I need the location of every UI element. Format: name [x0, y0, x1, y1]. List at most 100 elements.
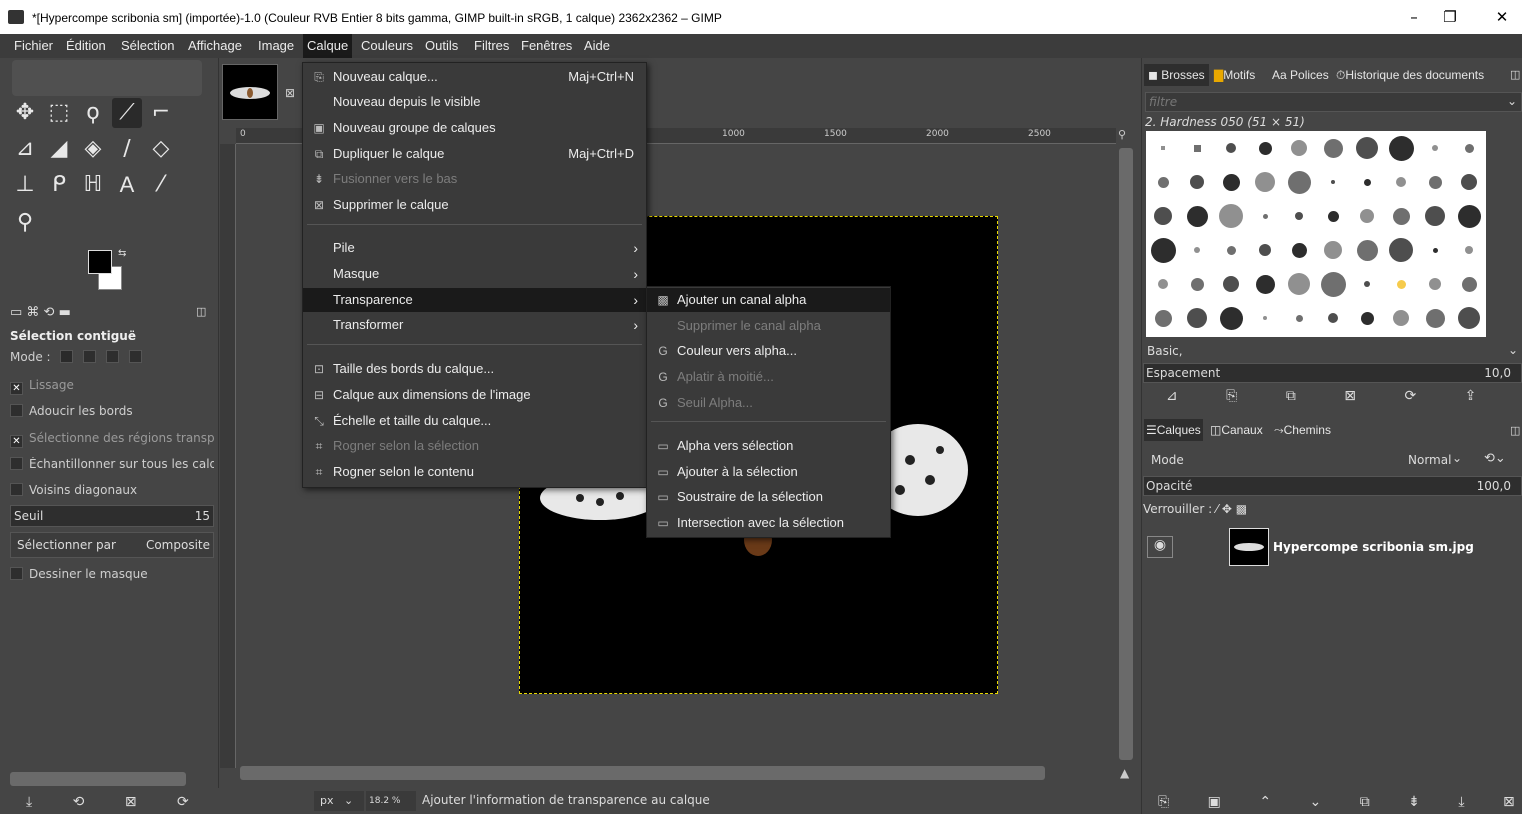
minimize-button[interactable]: – — [1396, 6, 1432, 28]
menu-image[interactable]: Image — [254, 34, 298, 58]
submenu-item-alpha-vers-selection[interactable]: ▭ Alpha vers sélection — [647, 434, 890, 458]
submenu-item-soustraire-selection[interactable]: ▭ Soustraire de la sélection — [647, 485, 890, 509]
spacing-slider[interactable]: Espacement 10,0 — [1143, 363, 1522, 383]
brush-thumbnail[interactable] — [1282, 165, 1316, 199]
warp-tool-icon[interactable]: ◢ — [44, 134, 74, 164]
brush-thumbnail[interactable] — [1350, 267, 1384, 301]
brush-thumbnail[interactable] — [1214, 301, 1248, 335]
tab-brosses[interactable]: ◼ Brosses — [1144, 64, 1209, 86]
brush-thumbnail[interactable] — [1384, 301, 1418, 335]
brush-thumbnail[interactable] — [1350, 165, 1384, 199]
brush-thumbnail[interactable] — [1146, 301, 1180, 335]
menu-affichage[interactable]: Affichage — [184, 34, 246, 58]
select-by-combo[interactable]: Sélectionner par Composite — [10, 532, 214, 558]
layer-name[interactable]: Hypercompe scribonia sm.jpg — [1273, 540, 1474, 554]
threshold-slider[interactable]: Seuil 15 — [10, 505, 214, 527]
brush-thumbnail[interactable] — [1418, 131, 1452, 165]
tool-options-scrollbar[interactable] — [10, 772, 186, 786]
menu-fichier[interactable]: Fichier — [10, 34, 57, 58]
menu-outils[interactable]: Outils — [421, 34, 462, 58]
brush-thumbnail[interactable] — [1316, 165, 1350, 199]
menu-edition[interactable]: Édition — [62, 34, 110, 58]
draw-mask-row[interactable]: Dessiner le masque — [10, 567, 148, 581]
dock-menu-icon[interactable]: ◫ — [1510, 68, 1520, 81]
brush-thumbnail[interactable] — [1418, 233, 1452, 267]
brush-thumbnail[interactable] — [1214, 267, 1248, 301]
brush-thumbnail[interactable] — [1350, 233, 1384, 267]
mode-subtract-icon[interactable] — [106, 350, 120, 363]
brush-thumbnail[interactable] — [1384, 233, 1418, 267]
submenu-item-intersection-selection[interactable]: ▭ Intersection avec la sélection — [647, 511, 890, 535]
navigate-icon[interactable]: ▲ — [1120, 766, 1129, 780]
eye-icon[interactable]: ◉ — [1147, 536, 1173, 558]
feather-row[interactable]: Adoucir les bords — [10, 404, 133, 418]
brush-thumbnail[interactable] — [1418, 301, 1452, 335]
mode-intersect-icon[interactable] — [128, 350, 142, 363]
brush-thumbnail[interactable] — [1316, 267, 1350, 301]
brush-thumbnail[interactable] — [1180, 131, 1214, 165]
brush-thumbnail[interactable] — [1384, 165, 1418, 199]
lock-position-icon[interactable]: ✥ — [1222, 502, 1232, 516]
brush-thumbnail[interactable] — [1384, 199, 1418, 233]
brush-thumbnail[interactable] — [1248, 233, 1282, 267]
menu-item-transformer[interactable]: Transformer › — [303, 313, 646, 337]
brush-thumbnail[interactable] — [1350, 301, 1384, 335]
brush-thumbnail[interactable] — [1418, 165, 1452, 199]
horizontal-scrollbar[interactable] — [240, 766, 1045, 780]
brush-thumbnail[interactable] — [1452, 165, 1486, 199]
menu-item-calque-aux-dimensions[interactable]: ⊟ Calque aux dimensions de l'image — [303, 383, 646, 407]
antialias-checkbox[interactable]: ✕ — [10, 382, 23, 395]
submenu-item-ajouter-canal-alpha[interactable]: ▩ Ajouter un canal alpha — [647, 288, 890, 312]
close-button[interactable]: ✕ — [1484, 6, 1520, 28]
brush-thumbnail[interactable] — [1146, 131, 1180, 165]
brush-thumbnail[interactable] — [1316, 233, 1350, 267]
smudge-tool-icon[interactable]: ᑭ — [44, 170, 74, 200]
brush-thumbnail[interactable] — [1180, 301, 1214, 335]
mode-replace-icon[interactable] — [60, 350, 74, 363]
brush-thumbnail[interactable] — [1452, 131, 1486, 165]
eraser-icon[interactable]: ◇ — [146, 134, 176, 164]
fuzzy-select-tool-icon[interactable]: ⟋ — [112, 98, 142, 128]
menu-item-masque[interactable]: Masque › — [303, 262, 646, 286]
zoom-canvas-icon[interactable]: ⚲ — [1118, 128, 1134, 144]
chevron-down-icon[interactable]: ⌄ — [1452, 451, 1462, 465]
brush-thumbnail[interactable] — [1248, 165, 1282, 199]
clone-tool-icon[interactable]: ⊥ — [10, 170, 40, 200]
brush-thumbnail[interactable] — [1180, 267, 1214, 301]
panel-menu-icon[interactable]: ◫ — [196, 305, 206, 318]
tab-polices[interactable]: Aa Polices — [1272, 64, 1329, 86]
brush-thumbnail[interactable] — [1248, 301, 1282, 335]
opacity-slider[interactable]: Opacité 100,0 — [1143, 476, 1522, 496]
brush-thumbnail[interactable] — [1248, 267, 1282, 301]
paintbrush-icon[interactable]: ∕ — [112, 134, 142, 164]
zoom-tool-icon[interactable]: ⚲ — [10, 208, 40, 238]
brush-thumbnail[interactable] — [1248, 131, 1282, 165]
lasso-tool-icon[interactable]: ϙ — [78, 98, 108, 128]
brush-thumbnail[interactable] — [1180, 233, 1214, 267]
menu-item-taille-bords[interactable]: ⊡ Taille des bords du calque... — [303, 357, 646, 381]
menu-item-transparence[interactable]: Transparence › — [303, 288, 646, 312]
swap-colors-icon[interactable]: ⇆ — [118, 248, 126, 259]
menu-aide[interactable]: Aide — [580, 34, 614, 58]
draw-mask-checkbox[interactable] — [10, 567, 23, 580]
foreground-color-swatch[interactable] — [88, 250, 112, 274]
menu-couleurs[interactable]: Couleurs — [357, 34, 417, 58]
menu-item-nouveau-groupe[interactable]: ▣ Nouveau groupe de calques — [303, 116, 646, 140]
lock-alpha-icon[interactable]: ▩ — [1236, 502, 1247, 516]
brush-thumbnail[interactable] — [1214, 165, 1248, 199]
menu-item-pile[interactable]: Pile › — [303, 236, 646, 260]
mode-add-icon[interactable] — [83, 350, 97, 363]
brush-thumbnail[interactable] — [1180, 165, 1214, 199]
menu-item-echelle[interactable]: ⤡ Échelle et taille du calque... — [303, 409, 646, 433]
vertical-scrollbar[interactable] — [1119, 148, 1133, 760]
dock-menu-icon[interactable]: ◫ — [1510, 424, 1520, 437]
brush-thumbnail[interactable] — [1282, 131, 1316, 165]
brush-preset-combo[interactable]: Basic, ⌄ — [1145, 342, 1522, 362]
brush-thumbnail[interactable] — [1146, 165, 1180, 199]
unified-transform-icon[interactable]: ⊿ — [10, 134, 40, 164]
brush-thumbnail[interactable] — [1316, 199, 1350, 233]
brush-thumbnail[interactable] — [1452, 233, 1486, 267]
feather-checkbox[interactable] — [10, 404, 23, 417]
brush-thumbnail[interactable] — [1316, 131, 1350, 165]
layer-actions-icons[interactable]: ⎘ ▣ ⌃ ⌄ ⧉ ⇟ ⤓ ⊠ — [1158, 794, 1515, 810]
